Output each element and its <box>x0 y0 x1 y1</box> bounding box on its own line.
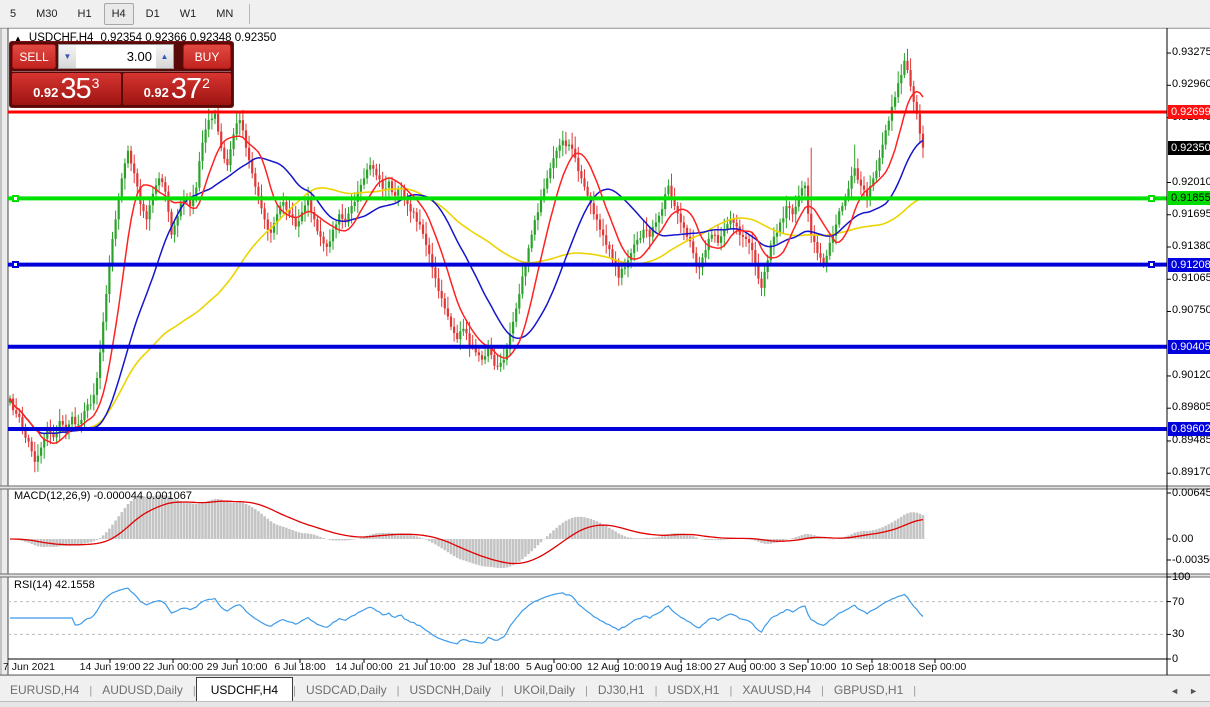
trading-terminal: 5 M30 H1 H4 D1 W1 MN ▲ USDCHF,H4 0.92354 0.923… <box>0 0 1210 707</box>
timeframe-toolbar: 5 M30 H1 H4 D1 W1 MN <box>0 0 1210 28</box>
sell-price-base: 0.92 <box>33 85 59 100</box>
sell-button[interactable]: SELL <box>12 44 56 69</box>
chart-tab-dj30[interactable]: DJ30,H1 <box>588 679 655 702</box>
timeframe-button-mn[interactable]: MN <box>208 3 241 25</box>
chart-tab-usdcnh[interactable]: USDCNH,Daily <box>400 679 501 702</box>
chart-tab-usdcad[interactable]: USDCAD,Daily <box>296 679 397 702</box>
chart-tab-usdx[interactable]: USDX,H1 <box>657 679 729 702</box>
one-click-trade-panel: SELL ▼ ▲ BUY 0.92 35 3 0.92 37 2 <box>9 41 234 108</box>
buy-price-pip: 2 <box>202 75 210 91</box>
window-bottom-edge <box>0 701 1210 707</box>
chart-tab-eurusd[interactable]: EURUSD,H4 <box>0 679 89 702</box>
timeframe-button-m30[interactable]: M30 <box>28 3 65 25</box>
timeframe-button-d1[interactable]: D1 <box>138 3 168 25</box>
tab-scroll-left-icon[interactable]: ◄ <box>1170 686 1179 696</box>
timeframe-button-5[interactable]: 5 <box>2 3 24 25</box>
sell-price-pip: 3 <box>91 75 100 91</box>
tab-scroll-right-icon[interactable]: ► <box>1189 686 1198 696</box>
sell-price-tile[interactable]: 0.92 35 3 <box>12 73 121 105</box>
chart-tab-xauusd[interactable]: XAUUSD,H4 <box>732 679 821 702</box>
chart-tab-usdchf[interactable]: USDCHF,H4 <box>195 677 294 703</box>
buy-price-base: 0.92 <box>143 85 169 100</box>
buy-price-big: 37 <box>170 73 202 105</box>
volume-stepper: ▼ ▲ <box>58 44 174 69</box>
buy-button[interactable]: BUY <box>183 44 231 69</box>
tab-scroll-arrows: ◄ ► <box>1170 686 1210 702</box>
toolbar-separator <box>249 3 251 24</box>
volume-decrease-button[interactable]: ▼ <box>59 45 76 68</box>
sell-price-big: 35 <box>60 73 91 105</box>
chart-tabs-bar: EURUSD,H4 | AUDUSD,Daily | USDCHF,H4 | USDCAD,… <box>0 675 1210 703</box>
timeframe-button-h1[interactable]: H1 <box>70 3 100 25</box>
chart-tab-ukoil[interactable]: UKOil,Daily <box>504 679 585 702</box>
buy-price-tile[interactable]: 0.92 37 2 <box>122 73 231 105</box>
chart-tab-audusd[interactable]: AUDUSD,Daily <box>92 679 193 702</box>
timeframe-button-w1[interactable]: W1 <box>172 3 205 25</box>
timeframe-button-h4[interactable]: H4 <box>103 2 134 25</box>
chart-tab-gbpusd[interactable]: GBPUSD,H1 <box>824 679 913 702</box>
tab-separator: | <box>913 685 917 697</box>
volume-input[interactable] <box>76 45 156 68</box>
volume-increase-button[interactable]: ▲ <box>156 45 173 68</box>
